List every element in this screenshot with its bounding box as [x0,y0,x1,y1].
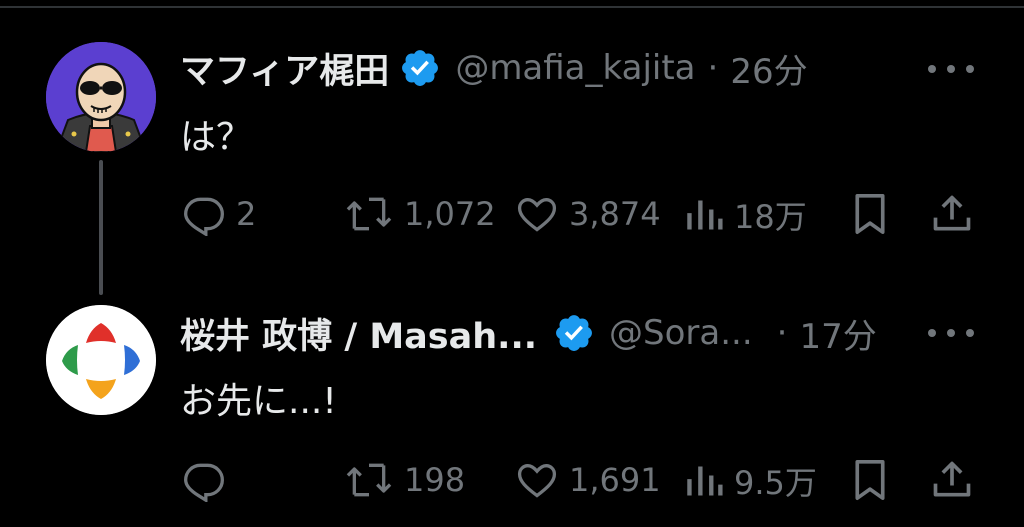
share-button[interactable] [930,458,974,502]
share-icon [933,461,971,497]
reply-button[interactable] [182,458,236,502]
share-icon [933,195,971,231]
user-handle[interactable]: @mafia_kajita [455,48,695,88]
tweet-header: 桜井 政博 / Masah... @Sora... · 17分 [180,305,877,361]
verified-icon[interactable] [553,312,595,354]
top-divider [0,6,1024,8]
like-count: 3,874 [569,195,661,233]
like-count: 1,691 [569,461,661,499]
verified-icon[interactable] [399,47,441,89]
views-button[interactable]: 18万 [684,192,807,238]
tweet-actions: 2 1,072 3,874 18万 [0,192,1024,242]
retweet-count: 1,072 [404,195,496,233]
retweet-button[interactable]: 1,072 [344,192,496,236]
display-name[interactable]: 桜井 政博 / Masah... [180,308,537,359]
tweet-header: マフィア梶田 @mafia_kajita · 26分 [180,40,808,96]
views-button[interactable]: 9.5万 [684,458,817,504]
timestamp[interactable]: 17分 [799,309,876,358]
avatar[interactable] [46,305,156,415]
views-count: 9.5万 [734,464,817,502]
retweet-icon [346,463,392,497]
views-icon [687,466,723,496]
views-icon [687,200,723,230]
like-icon [517,464,557,498]
retweet-button[interactable]: 198 [344,458,465,502]
more-icon[interactable] [928,54,974,84]
bookmark-button[interactable] [850,192,890,236]
views-count: 18万 [734,198,807,236]
more-icon[interactable] [928,318,974,348]
bookmark-icon [855,194,885,234]
like-button[interactable]: 1,691 [515,458,661,502]
retweet-count: 198 [404,461,466,499]
like-icon [517,198,557,232]
user-handle[interactable]: @Sora... [609,313,753,353]
separator-dot: · [707,48,719,88]
bookmark-icon [855,460,885,500]
timestamp[interactable]: 26分 [730,44,807,93]
share-button[interactable] [930,192,974,236]
separator-dot: · [776,313,788,353]
like-button[interactable]: 3,874 [515,192,661,236]
tweet-text: は？ [180,117,253,158]
tweet-text: お先に...! [180,381,337,422]
reply-icon [184,197,224,236]
reply-count: 2 [236,195,257,233]
bookmark-button[interactable] [850,458,890,502]
avatar[interactable] [46,42,156,152]
retweet-icon [346,197,392,231]
display-name[interactable]: マフィア梶田 [180,43,389,94]
reply-button[interactable]: 2 [182,192,256,236]
reply-icon [184,463,224,502]
tweet-actions: 198 1,691 9.5万 [0,458,1024,508]
